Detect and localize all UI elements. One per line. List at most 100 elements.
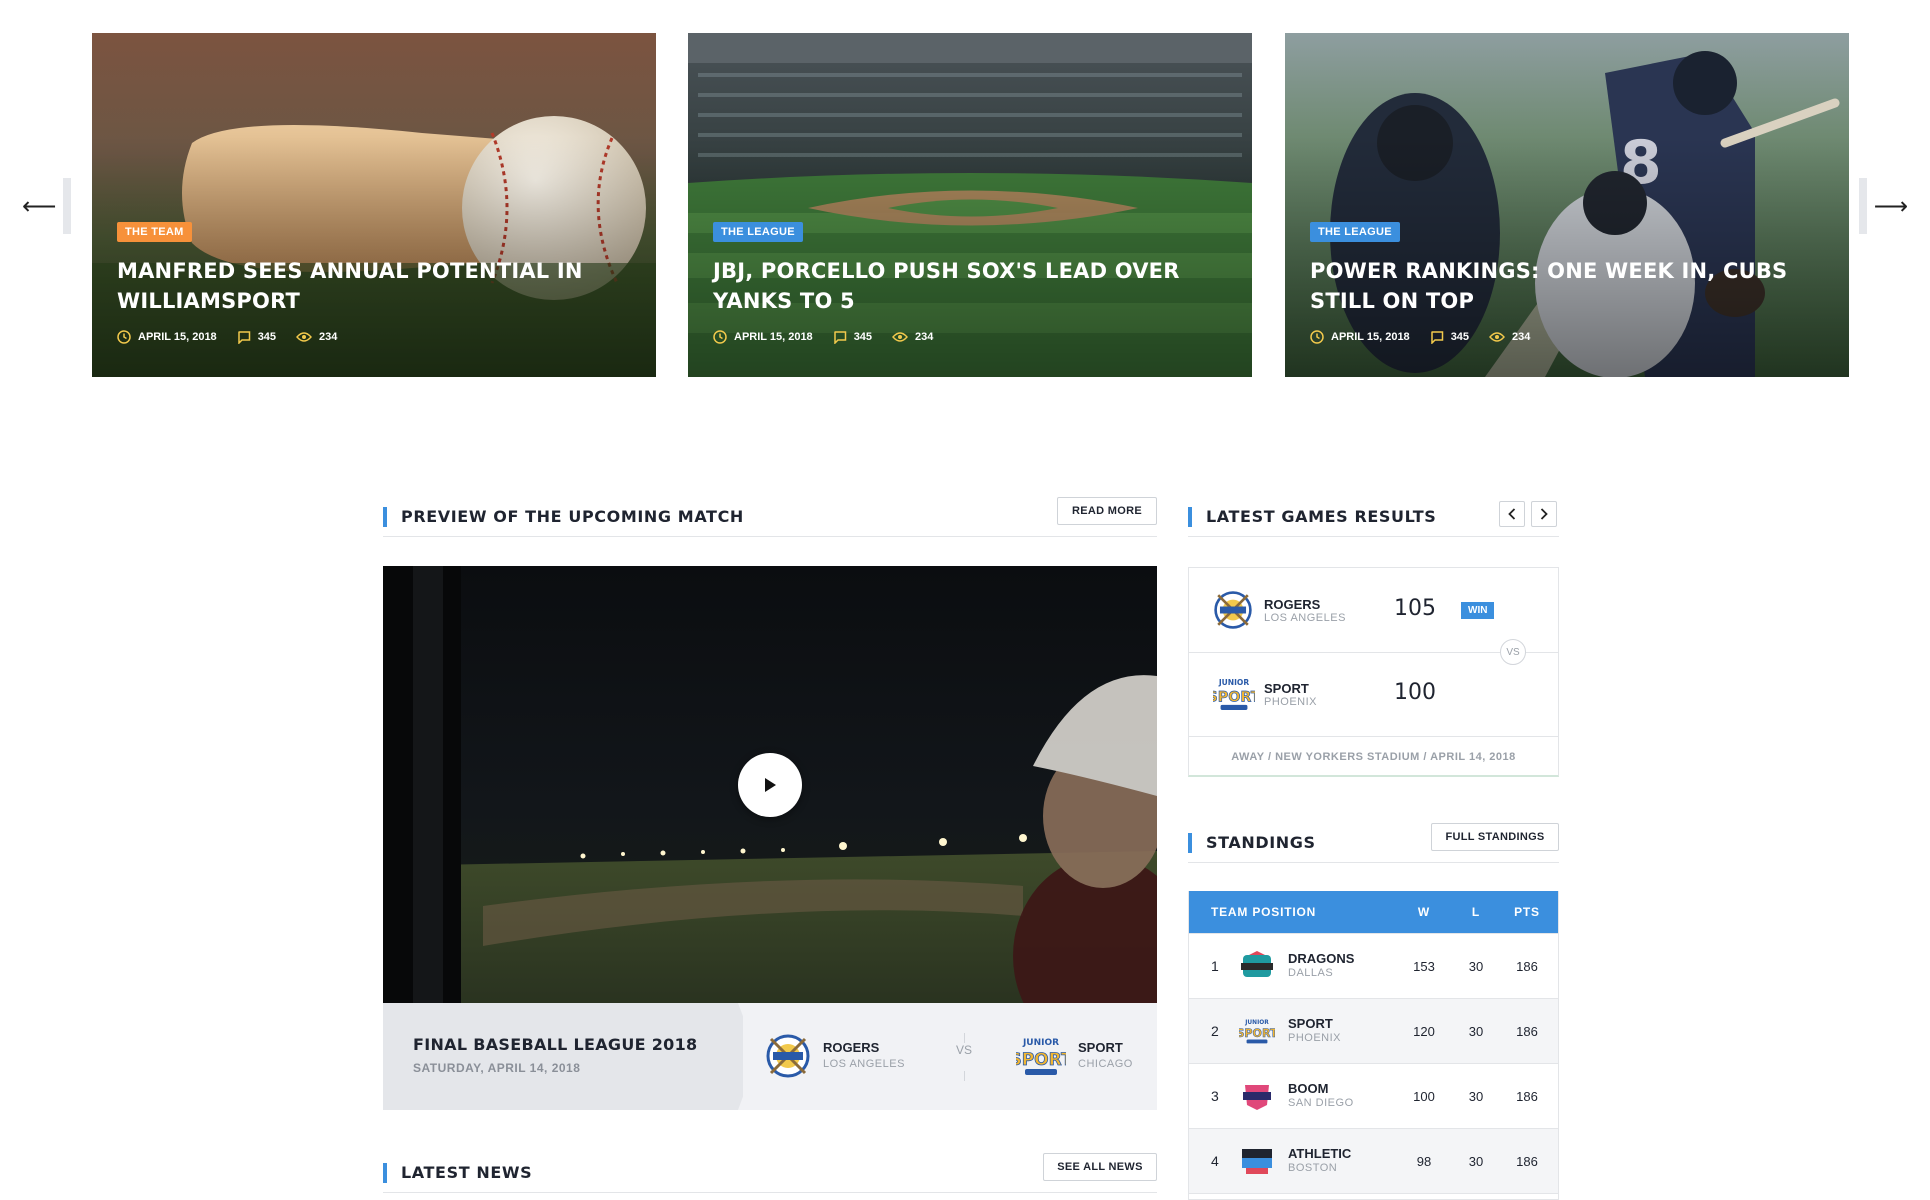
category-tag[interactable]: THE TEAM — [117, 222, 192, 242]
view-count: 234 — [1512, 331, 1531, 343]
section-title: STANDINGS — [1188, 832, 1316, 853]
dragons-logo-icon — [1241, 951, 1273, 977]
home-team[interactable]: ROGERS LOS ANGELES — [765, 1033, 905, 1079]
section-title: LATEST NEWS — [383, 1162, 532, 1183]
team-name: ATHLETIC — [1288, 1146, 1352, 1161]
meta-views: 234 — [296, 331, 337, 343]
category-tag[interactable]: THE LEAGUE — [713, 222, 803, 242]
play-icon — [765, 778, 776, 792]
standings-table: TEAM POSITION W L PTS 1 DRAGONS DALLAS 1… — [1188, 891, 1559, 1200]
card-meta: APRIL 15, 2018 345 234 — [117, 330, 631, 344]
rogers-logo-icon — [1214, 591, 1252, 629]
svg-text:JUNIOR: JUNIOR — [1218, 678, 1249, 687]
team-city: SAN DIEGO — [1288, 1097, 1354, 1109]
standings-row[interactable] — [1189, 1193, 1558, 1199]
athletic-logo-icon — [1242, 1149, 1272, 1174]
points: 186 — [1516, 958, 1538, 974]
meta-date: APRIL 15, 2018 — [1310, 330, 1410, 344]
results-next-button[interactable] — [1531, 501, 1557, 527]
team-name: SPORT — [1288, 1016, 1333, 1031]
match-date: SATURDAY, APRIL 14, 2018 — [413, 1061, 581, 1075]
team-position: 3 — [1211, 1088, 1219, 1104]
team-cell: BOOM SAN DIEGO — [1288, 1081, 1354, 1111]
rogers-logo-icon — [766, 1034, 810, 1078]
video-player[interactable] — [383, 566, 1157, 1003]
news-card[interactable]: THE LEAGUE JBJ, PORCELLO PUSH SOX'S LEAD… — [688, 33, 1252, 377]
vs-label: VS — [956, 1043, 973, 1057]
eye-icon — [892, 332, 908, 342]
full-standings-button[interactable]: FULL STANDINGS — [1431, 823, 1559, 851]
team-cell: SPORT PHOENIX — [1288, 1016, 1341, 1046]
standings-row[interactable]: 2 JUNIOR SPORT SPORT PHOENIX 120 30 186 — [1189, 998, 1558, 1063]
team-name: SPORT — [1078, 1040, 1123, 1055]
losses: 30 — [1468, 1088, 1484, 1104]
arrow-right-icon: ⟶ — [1873, 192, 1908, 220]
team-score: 105 — [1394, 596, 1436, 621]
clock-icon — [117, 330, 131, 344]
arrow-left-icon: ⟵ — [22, 192, 57, 220]
category-tag[interactable]: THE LEAGUE — [1310, 222, 1400, 242]
losses: 30 — [1468, 1153, 1484, 1169]
game-result-card: ROGERS LOS ANGELES 105 WIN VS JUNIOR SPO… — [1188, 567, 1559, 777]
news-card[interactable]: 8 THE LEAGUE POWER RANKINGS: ONE WEEK IN… — [1285, 33, 1849, 377]
view-count: 234 — [319, 331, 338, 343]
points: 186 — [1516, 1088, 1538, 1104]
col-team: TEAM POSITION — [1211, 905, 1317, 919]
col-pts: PTS — [1514, 905, 1540, 919]
clock-icon — [1310, 330, 1324, 344]
slider-prev-bar — [63, 178, 71, 234]
match-info-left — [383, 1003, 743, 1110]
card-content: THE TEAM MANFRED SEES ANNUAL POTENTIAL I… — [117, 220, 631, 344]
results-prev-button[interactable] — [1499, 501, 1525, 527]
card-title[interactable]: JBJ, PORCELLO PUSH SOX'S LEAD OVER YANKS… — [713, 256, 1227, 316]
losses: 30 — [1468, 1023, 1484, 1039]
news-card[interactable]: THE TEAM MANFRED SEES ANNUAL POTENTIAL I… — [92, 33, 656, 377]
results-section-header: LATEST GAMES RESULTS — [1188, 497, 1559, 537]
points: 186 — [1516, 1023, 1538, 1039]
standings-row[interactable]: 4 ATHLETIC BOSTON 98 30 186 — [1189, 1128, 1558, 1193]
match-info-bar: FINAL BASEBALL LEAGUE 2018 SATURDAY, APR… — [383, 1003, 1157, 1110]
card-meta: APRIL 15, 2018 345 234 — [713, 330, 1227, 344]
comment-count: 345 — [257, 331, 277, 343]
away-team[interactable]: JUNIOR SPORT SPORT CHICAGO — [1016, 1033, 1133, 1079]
away-team-text: SPORT CHICAGO — [1078, 1040, 1133, 1072]
slider-prev-button[interactable]: ⟵ — [22, 178, 92, 234]
card-title[interactable]: POWER RANKINGS: ONE WEEK IN, CUBS STILL … — [1310, 256, 1824, 316]
team-city: LOS ANGELES — [823, 1058, 905, 1070]
meta-comments: 345 — [833, 330, 872, 344]
news-slider: ⟵ ⟶ THE TEAM MANFRED SEES ANNUAL POTENTI… — [0, 0, 1930, 390]
comment-count: 345 — [1450, 331, 1470, 343]
svg-text:SPORT: SPORT — [1239, 1027, 1275, 1040]
card-meta: APRIL 15, 2018 345 234 — [1310, 330, 1824, 344]
standings-row[interactable]: 3 BOOM SAN DIEGO 100 30 186 — [1189, 1063, 1558, 1128]
points: 186 — [1516, 1153, 1538, 1169]
team-city: BOSTON — [1288, 1162, 1338, 1174]
latest-news-header: LATEST NEWS SEE ALL NEWS — [383, 1153, 1157, 1193]
home-team-text: ROGERS LOS ANGELES — [823, 1040, 905, 1072]
wins: 120 — [1413, 1023, 1435, 1039]
svg-text:SPORT: SPORT — [1213, 690, 1255, 706]
standings-row[interactable]: 1 DRAGONS DALLAS 153 30 186 — [1189, 933, 1558, 998]
col-l: L — [1471, 905, 1481, 919]
result-footer: AWAY / NEW YORKERS STADIUM / APRIL 14, 2… — [1189, 736, 1558, 776]
eye-icon — [1489, 332, 1505, 342]
standings-header-row: TEAM POSITION W L PTS — [1189, 891, 1558, 933]
eye-icon — [296, 332, 312, 342]
svg-text:SPORT: SPORT — [1016, 1050, 1066, 1070]
card-title[interactable]: MANFRED SEES ANNUAL POTENTIAL IN WILLIAM… — [117, 256, 631, 316]
play-button[interactable] — [738, 753, 802, 817]
team-position: 4 — [1211, 1153, 1219, 1169]
sport-logo-icon: JUNIOR SPORT — [1239, 1020, 1275, 1044]
wins: 153 — [1413, 958, 1435, 974]
boom-logo-icon — [1243, 1085, 1271, 1110]
team-city: PHOENIX — [1288, 1032, 1342, 1044]
date-text: APRIL 15, 2018 — [1331, 331, 1410, 343]
losses: 30 — [1468, 958, 1484, 974]
wins: 98 — [1416, 1153, 1432, 1169]
vs-divider-top — [964, 1033, 965, 1043]
team-cell: DRAGONS DALLAS — [1288, 951, 1354, 981]
see-all-news-button[interactable]: SEE ALL NEWS — [1043, 1153, 1157, 1181]
standings-section-header: STANDINGS FULL STANDINGS — [1188, 823, 1559, 863]
comment-icon — [1430, 331, 1443, 344]
read-more-button[interactable]: READ MORE — [1057, 497, 1157, 525]
